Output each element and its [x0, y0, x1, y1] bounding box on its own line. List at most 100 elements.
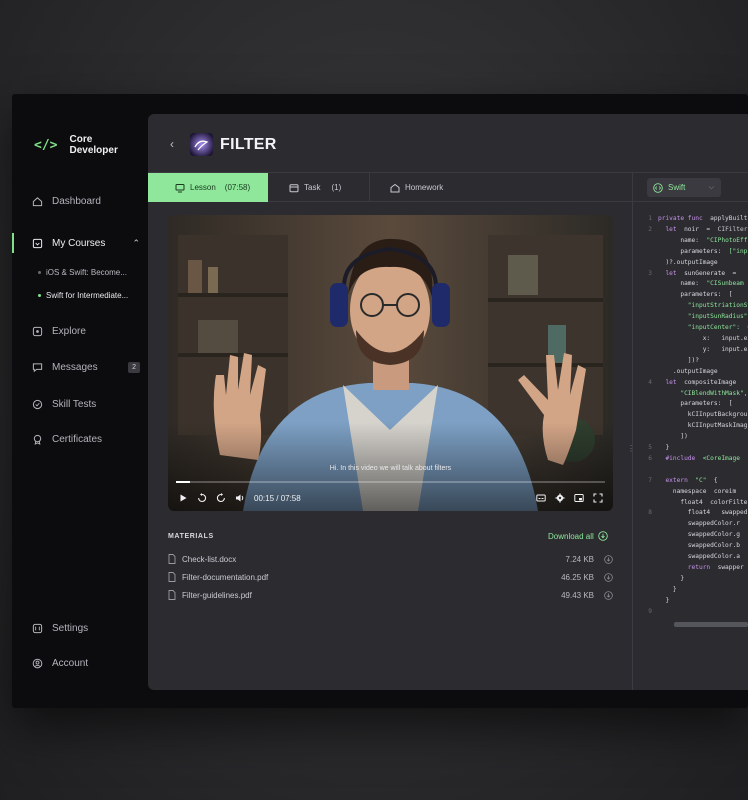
- course-item-active[interactable]: Swift for Intermediate...: [38, 291, 144, 300]
- code-token: "C": [695, 476, 707, 484]
- play-icon[interactable]: [178, 493, 188, 503]
- line-number: 2: [648, 225, 652, 233]
- code-token: "CIBlendWithMask",: [658, 389, 748, 397]
- tab-homework[interactable]: Homework: [390, 173, 443, 202]
- code-line: 9: [638, 607, 748, 618]
- code-token: "inputSunRadius":: [658, 313, 748, 321]
- sidebar-item-certificates[interactable]: Certificates: [32, 434, 140, 445]
- code-token: }: [658, 585, 677, 593]
- code-token: "inputStriationStre: [687, 302, 748, 310]
- sidebar-item-my-courses[interactable]: My Courses ⌃: [32, 238, 140, 249]
- video-progress-bar[interactable]: [176, 481, 605, 483]
- volume-icon[interactable]: [235, 493, 245, 503]
- sidebar-item-explore[interactable]: Explore: [32, 326, 140, 337]
- code-token: swapper: [717, 564, 744, 571]
- code-editor[interactable]: 1 private func applyBuilt 2 let noir = CIF…: [638, 214, 748, 618]
- code-token: swappedColor.r: [658, 520, 740, 528]
- code-token: let: [665, 225, 681, 233]
- code-line: "inputStriationStre: [638, 301, 748, 312]
- code-token: extern: [658, 476, 696, 484]
- code-token: applyBuilt: [710, 215, 748, 222]
- code-line: namespace coreim: [638, 487, 748, 498]
- file-row[interactable]: Filter-guidelines.pdf 49.43 KB: [168, 588, 613, 602]
- code-horizontal-scrollbar[interactable]: [674, 622, 748, 627]
- code-token: ])?: [658, 356, 699, 364]
- code-token: CIFilter(: [717, 225, 748, 233]
- code-token: }: [658, 574, 685, 582]
- sidebar-item-account[interactable]: Account: [32, 658, 140, 669]
- file-icon: [168, 554, 176, 564]
- download-icon[interactable]: [604, 572, 613, 582]
- captions-icon[interactable]: [536, 493, 546, 503]
- code-token: name:: [658, 280, 707, 288]
- brand-line1: Core: [69, 134, 93, 145]
- sidebar-item-messages[interactable]: Messages 2: [32, 362, 140, 373]
- fullscreen-icon[interactable]: [593, 493, 603, 503]
- code-token: )?.outputImage: [658, 258, 718, 266]
- tab-count: (1): [331, 183, 342, 192]
- download-icon[interactable]: [604, 590, 613, 600]
- code-line: 4 let compositeImage: [638, 378, 748, 389]
- file-name: Filter-guidelines.pdf: [182, 590, 252, 600]
- sidebar-item-label: Explore: [52, 326, 86, 337]
- lesson-panel: ‹ FILTER Lesson (07:58) Task (1) Homewor…: [148, 114, 748, 690]
- video-progress-fill: [176, 481, 190, 483]
- code-line: kCIInputBackgrou: [638, 410, 748, 421]
- chevron-up-icon[interactable]: ⌃: [132, 238, 140, 249]
- sidebar-item-dashboard[interactable]: Dashboard: [32, 196, 140, 207]
- tab-label: Lesson: [190, 183, 216, 192]
- tab-label: Task: [304, 183, 321, 192]
- code-token: kCIInputBackgrou: [658, 411, 748, 419]
- sidebar-item-label: My Courses: [52, 238, 106, 249]
- tab-lesson[interactable]: Lesson (07:58): [148, 173, 268, 202]
- code-token: let: [665, 269, 681, 277]
- picture-in-picture-icon[interactable]: [574, 493, 584, 503]
- forward-icon[interactable]: [216, 493, 226, 503]
- rewind-icon[interactable]: [197, 493, 207, 503]
- code-token: swappedColor.g: [658, 531, 740, 539]
- code-token: noir =: [680, 225, 718, 233]
- sidebar-item-settings[interactable]: Settings: [32, 623, 140, 634]
- file-size: 49.43 KB: [561, 590, 594, 600]
- brand[interactable]: </> Core Developer: [34, 134, 118, 156]
- video-player[interactable]: Hi. In this video we will talk about fil…: [168, 215, 613, 511]
- gear-icon[interactable]: [555, 493, 565, 503]
- courses-icon: [32, 238, 43, 249]
- code-token: "CISunbeam: [706, 280, 744, 288]
- code-token: float4 swapped: [658, 509, 748, 517]
- code-token: "inputCenter":: [658, 324, 748, 332]
- code-token: ]): [658, 433, 688, 441]
- code-token: parameters:: [658, 247, 729, 255]
- file-size: 7.24 KB: [565, 554, 594, 564]
- download-icon[interactable]: [604, 554, 613, 564]
- download-all-button[interactable]: Download all: [548, 531, 608, 541]
- code-line: x: input.extent.: [638, 334, 748, 345]
- sidebar-item-label: Messages: [52, 362, 98, 373]
- code-line: 7 extern "C" {: [638, 476, 748, 487]
- code-token: private func: [658, 215, 711, 222]
- sidebar-item-skill-tests[interactable]: Skill Tests: [32, 399, 140, 410]
- code-token: parameters: [: [658, 400, 733, 408]
- file-row[interactable]: Check-list.docx 7.24 KB: [168, 552, 613, 566]
- brand-line2: Developer: [69, 145, 118, 156]
- file-row[interactable]: Filter-documentation.pdf 46.25 KB: [168, 570, 613, 584]
- calendar-icon: [289, 183, 299, 192]
- drag-handle-icon[interactable]: ⋮: [627, 444, 635, 453]
- sidebar-item-label: Certificates: [52, 434, 103, 445]
- language-select[interactable]: Swift ⌵: [647, 178, 721, 197]
- messages-badge: 2: [128, 362, 140, 373]
- code-token: namespace coreim: [658, 487, 737, 495]
- code-token: float4 colorFilter: [658, 498, 748, 506]
- line-number: 5: [648, 444, 652, 452]
- line-number: 7: [648, 476, 652, 484]
- code-line: }: [638, 585, 748, 596]
- code-line: 2 let noir = CIFilter(: [638, 225, 748, 236]
- monitor-icon: [175, 183, 185, 192]
- code-line: }: [638, 574, 748, 585]
- code-token: parameters: [: [658, 291, 733, 299]
- tab-task[interactable]: Task (1): [289, 173, 341, 202]
- back-chevron-icon[interactable]: ‹: [170, 137, 174, 151]
- download-all-label: Download all: [548, 531, 594, 541]
- course-item[interactable]: iOS & Swift: Become...: [38, 268, 144, 277]
